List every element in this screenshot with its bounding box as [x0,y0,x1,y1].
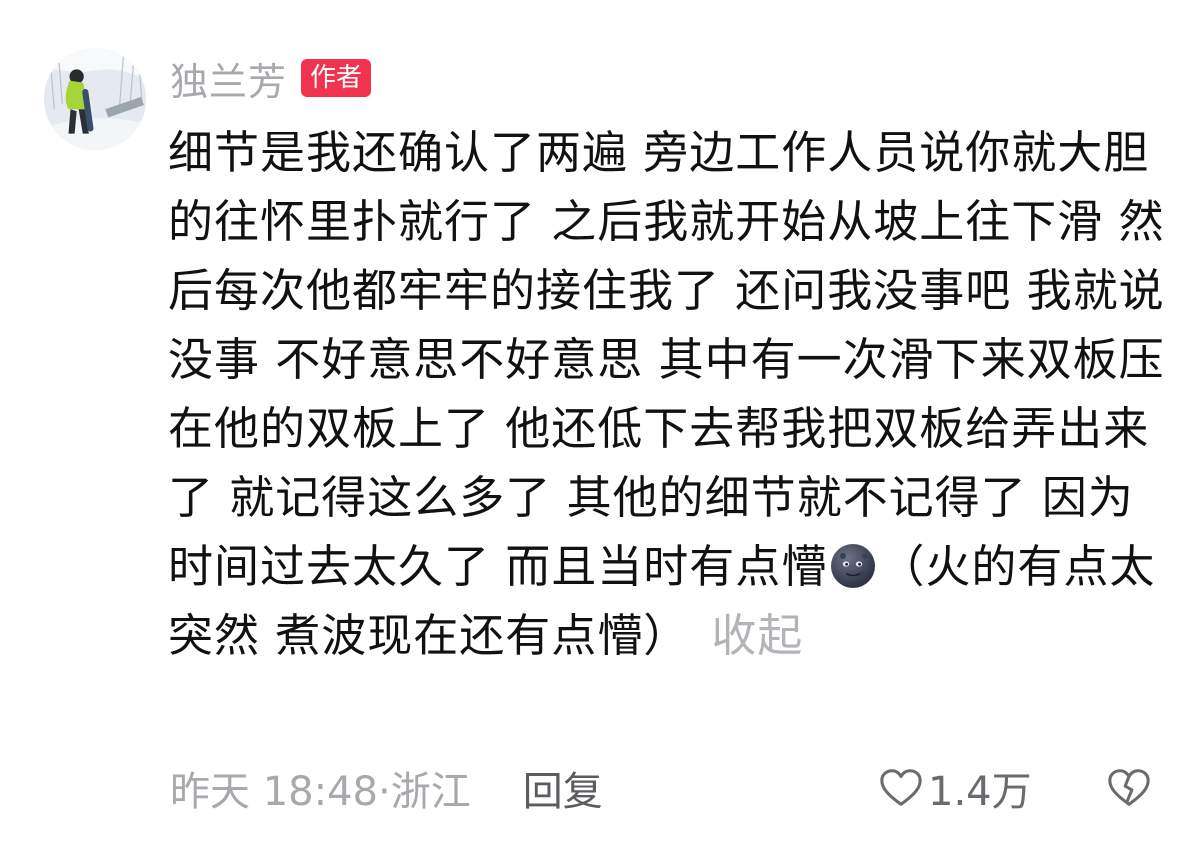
like-button[interactable]: 1.4万 [878,758,1032,818]
reply-button[interactable]: 回复 [523,759,603,817]
avatar[interactable] [44,48,146,150]
comment-header: 独兰芳 作者 [170,50,372,106]
broken-heart-icon[interactable] [1106,765,1152,811]
new-moon-face-icon [829,540,877,588]
collapse-button[interactable]: 收起 [711,609,803,662]
author-badge: 作者 [301,59,372,97]
comment-text-part1: 细节是我还确认了两遍 旁边工作人员说你就大胆的往怀里扑就行了 之后我就开始从坡上… [168,126,1165,593]
avatar-image [44,48,146,150]
like-count: 1.4万 [928,769,1032,815]
heart-outline-icon [880,769,922,806]
comment-item: 独兰芳 作者 细节是我还确认了两遍 旁边工作人员说你就大胆的往怀里扑就行了 之后… [0,0,1200,855]
username[interactable]: 独兰芳 [170,51,287,106]
comment-footer: 昨天 18:48·浙江 回复 1.4万 [170,758,1160,818]
timestamp-location: 昨天 18:48·浙江 [170,769,471,815]
comment-body: 细节是我还确认了两遍 旁边工作人员说你就大胆的往怀里扑就行了 之后我就开始从坡上… [168,118,1168,670]
